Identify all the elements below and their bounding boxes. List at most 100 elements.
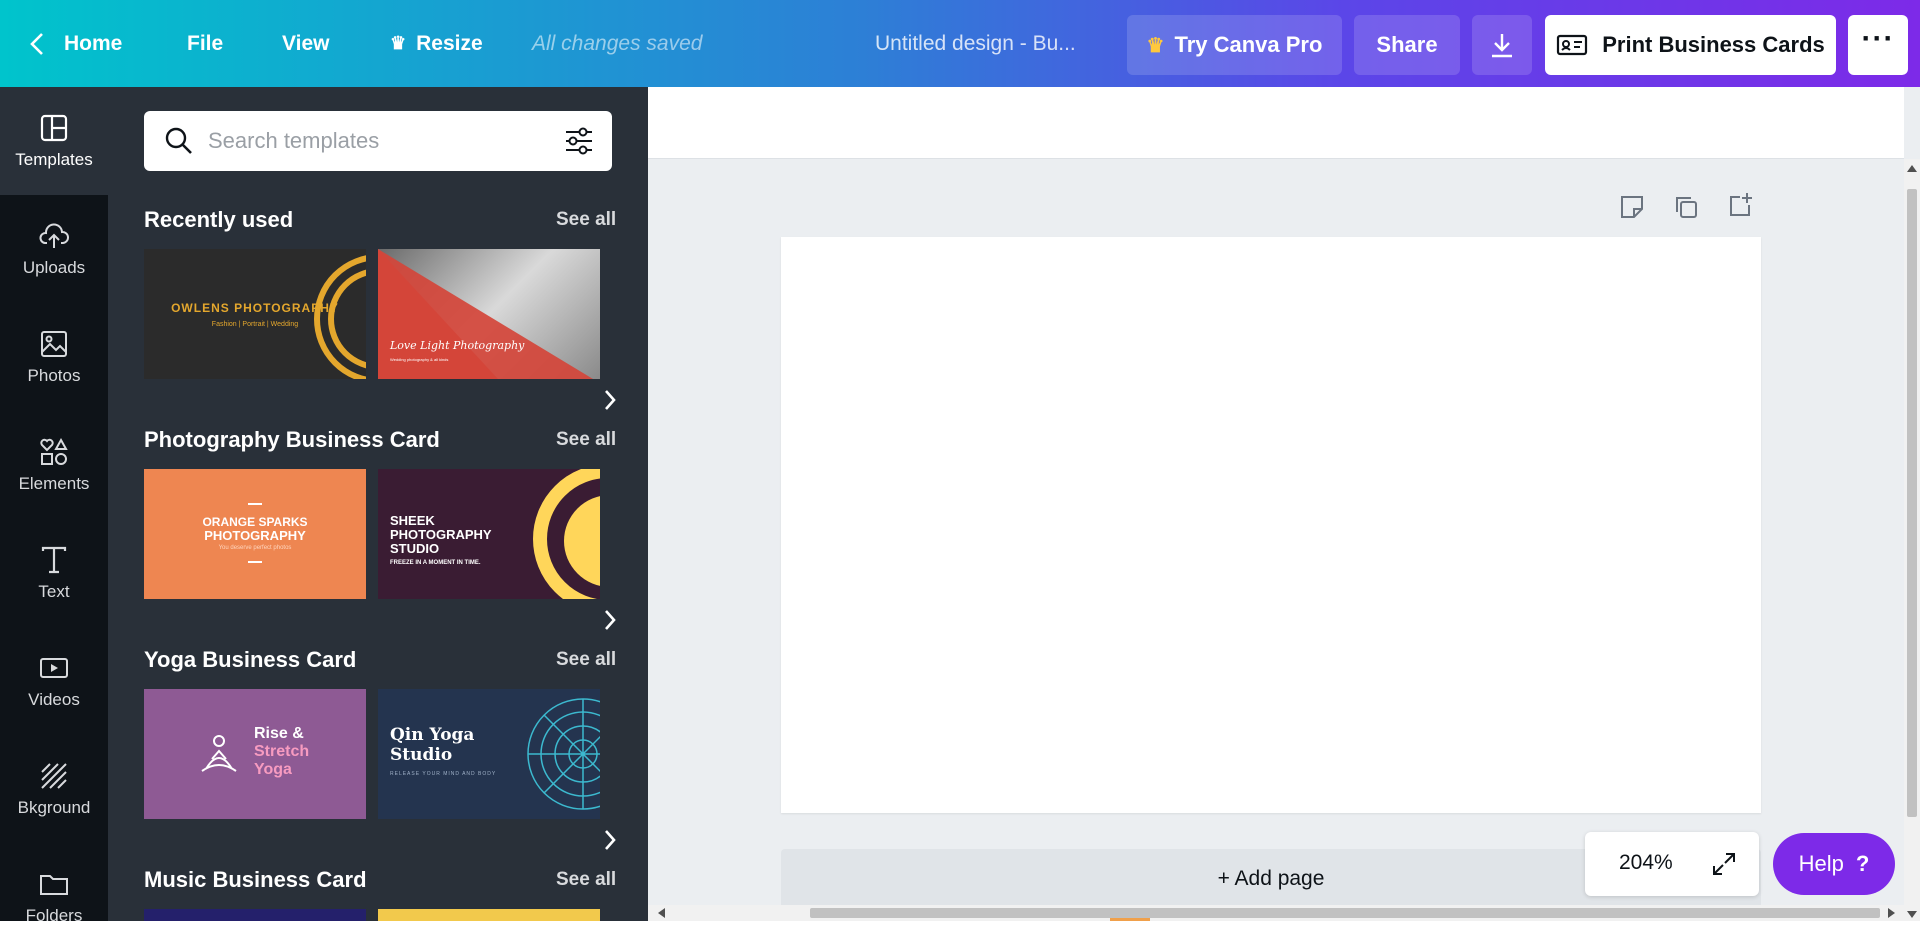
shapes-icon — [40, 437, 68, 465]
chevron-left-icon — [30, 32, 43, 55]
rail-label-templates: Templates — [15, 150, 93, 169]
template-thumbnail[interactable]: SHEEK PHOTOGRAPHY STUDIO FREEZE IN A MOM… — [378, 469, 600, 599]
download-button[interactable] — [1472, 15, 1532, 75]
template-title: SHEEK — [390, 513, 435, 528]
carousel-next-arrow[interactable] — [596, 380, 624, 420]
scroll-left-arrow[interactable] — [658, 908, 665, 918]
rail-label-photos: Photos — [27, 366, 81, 385]
vertical-scrollbar[interactable] — [1904, 159, 1920, 921]
scrollbar-thumb[interactable] — [810, 908, 1880, 918]
rail-label-background: Bkground — [17, 798, 91, 817]
file-menu[interactable]: File — [187, 0, 223, 87]
carousel-next-arrow[interactable] — [596, 600, 624, 640]
zoom-level[interactable]: 204% — [1619, 851, 1673, 875]
search-input[interactable] — [208, 125, 538, 157]
search-box — [144, 111, 612, 171]
zoom-control[interactable]: 204% — [1585, 832, 1759, 896]
crown-icon: ♛ — [390, 33, 407, 53]
view-menu[interactable]: View — [282, 0, 329, 87]
divider-line — [248, 561, 262, 563]
print-business-cards-button[interactable]: Print Business Cards — [1545, 15, 1836, 75]
fullscreen-expand-icon[interactable] — [1711, 851, 1737, 877]
section-title-music: Music Business Card — [144, 867, 367, 892]
template-title: Rise & — [254, 725, 304, 742]
carousel-next-arrow[interactable] — [596, 820, 624, 860]
scroll-right-arrow[interactable] — [1888, 908, 1895, 918]
template-thumbnail[interactable]: ORANGE SPARKS PHOTOGRAPHY You deserve pe… — [144, 469, 366, 599]
see-all-link[interactable]: See all — [556, 209, 616, 231]
text-icon — [41, 546, 67, 574]
horizontal-scrollbar[interactable] — [648, 905, 1904, 921]
more-options-button[interactable]: ··· — [1848, 15, 1908, 75]
chevron-right-icon — [605, 830, 616, 850]
divider-line — [248, 503, 262, 505]
more-dots-icon: ··· — [1861, 22, 1895, 55]
help-button[interactable]: Help ? — [1773, 833, 1895, 895]
notes-icon[interactable] — [1618, 193, 1646, 221]
rail-label-videos: Videos — [28, 690, 80, 709]
rail-item-templates[interactable]: Templates — [0, 87, 108, 195]
rail-label-uploads: Uploads — [22, 258, 86, 277]
rail-label-folders: Folders — [25, 906, 83, 925]
duplicate-page-icon[interactable] — [1672, 193, 1700, 221]
section-title-photography: Photography Business Card — [144, 427, 440, 452]
see-all-link[interactable]: See all — [556, 429, 616, 451]
rail-item-elements[interactable]: Elements — [0, 411, 108, 519]
template-title: Love Light Photography — [390, 339, 525, 352]
rail-item-folders[interactable]: Folders — [0, 843, 108, 951]
home-button[interactable]: Home — [28, 0, 122, 87]
template-title: OWLENS PHOTOGRAPHY — [171, 301, 339, 315]
add-page-icon[interactable] — [1726, 191, 1754, 219]
resize-label: Resize — [416, 31, 483, 55]
filter-sliders-icon[interactable] — [564, 127, 594, 155]
scroll-up-arrow[interactable] — [1907, 165, 1917, 172]
resize-button[interactable]: ♛ Resize — [390, 0, 483, 87]
try-pro-label: Try Canva Pro — [1174, 32, 1323, 57]
scroll-down-arrow[interactable] — [1907, 911, 1917, 918]
side-rail: Templates Uploads Photos Elements Text V… — [0, 87, 108, 925]
template-title: Yoga — [254, 761, 292, 778]
template-thumbnail[interactable]: Qin Yoga Studio RELEASE YOUR MIND AND BO… — [378, 689, 600, 819]
template-title: ORANGE SPARKS — [202, 515, 308, 529]
top-bar: Home File View ♛ Resize All changes save… — [0, 0, 1920, 87]
rail-item-photos[interactable]: Photos — [0, 303, 108, 411]
template-thumbnail[interactable] — [378, 909, 600, 921]
template-title: STUDIO — [390, 541, 440, 556]
template-thumbnail[interactable] — [144, 909, 366, 921]
see-all-link[interactable]: See all — [556, 649, 616, 671]
template-thumbnail[interactable]: OWLENS PHOTOGRAPHY Fashion | Portrait | … — [144, 249, 366, 379]
folder-icon — [40, 875, 68, 895]
template-title: Stretch — [254, 743, 310, 760]
template-thumbnail[interactable]: Rise & Stretch Yoga — [144, 689, 366, 819]
template-subtitle: You deserve perfect photos — [218, 545, 292, 551]
template-subtitle: Fashion | Portrait | Wedding — [211, 321, 299, 328]
rail-item-text[interactable]: Text — [0, 519, 108, 627]
try-canva-pro-button[interactable]: ♛ Try Canva Pro — [1127, 15, 1342, 75]
template-title: PHOTOGRAPHY — [204, 528, 306, 543]
document-title[interactable]: Untitled design - Bu... — [875, 0, 1076, 87]
scrollbar-thumb[interactable] — [1907, 189, 1917, 817]
template-thumbnail[interactable]: Love Light Photography Wedding photograp… — [378, 249, 600, 379]
rail-item-background[interactable]: Bkground — [0, 735, 108, 843]
editor-toolbar — [648, 87, 1904, 159]
chevron-right-icon — [605, 610, 616, 630]
chevron-right-icon — [605, 390, 616, 410]
section-title-yoga: Yoga Business Card — [144, 647, 357, 672]
image-icon — [41, 331, 67, 357]
rail-item-uploads[interactable]: Uploads — [0, 195, 108, 303]
crown-icon: ♛ — [1146, 34, 1165, 57]
business-card-icon — [1557, 34, 1588, 56]
design-page[interactable] — [781, 237, 1761, 813]
templates-icon — [40, 114, 68, 142]
see-all-link[interactable]: See all — [556, 869, 616, 891]
rail-item-videos[interactable]: Videos — [0, 627, 108, 735]
background-icon — [41, 763, 67, 789]
section-title-recently-used: Recently used — [144, 207, 294, 232]
editor-canvas-area: + Add page 204% Help ? — [648, 87, 1920, 921]
print-label: Print Business Cards — [1602, 32, 1825, 57]
home-label: Home — [64, 31, 123, 55]
template-subtitle: FREEZE IN A MOMENT IN TIME. — [390, 560, 481, 566]
share-button[interactable]: Share — [1354, 15, 1460, 75]
video-icon — [40, 658, 68, 678]
template-title: Qin Yoga — [390, 725, 475, 745]
